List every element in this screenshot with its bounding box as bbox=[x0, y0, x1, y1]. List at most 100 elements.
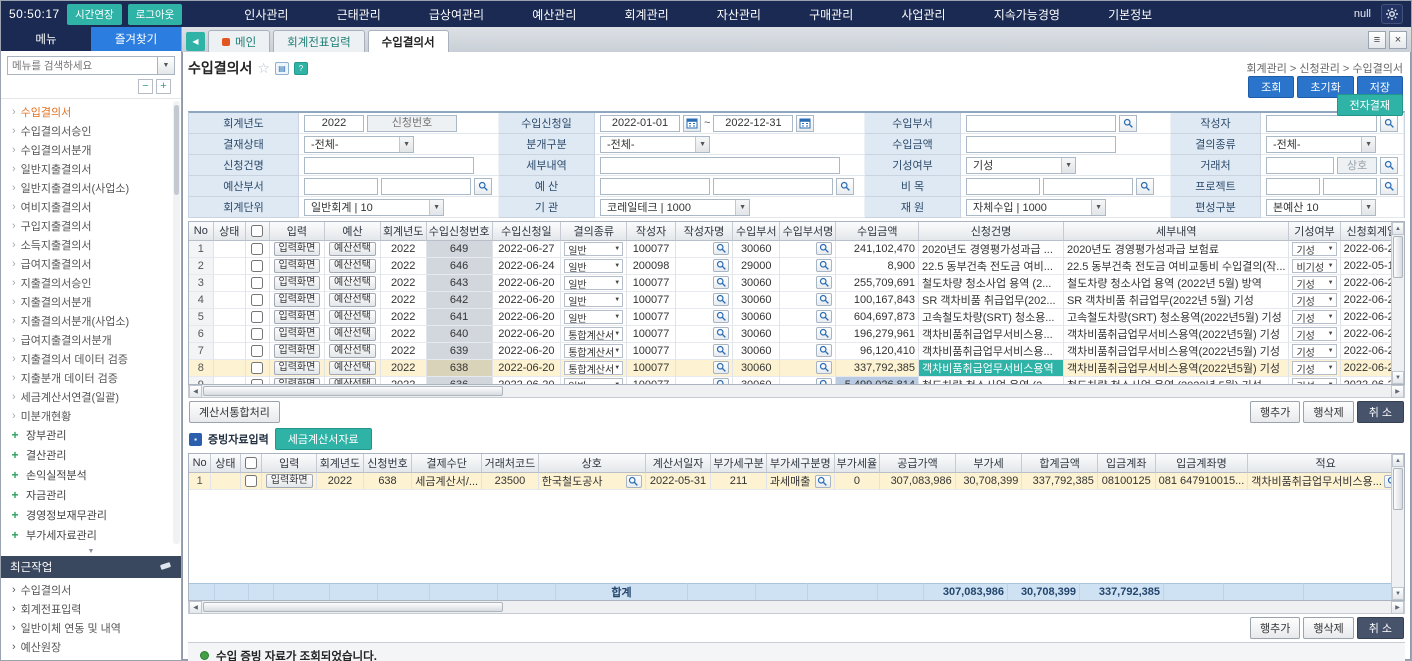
expand-plus-icon[interactable]: + bbox=[10, 488, 20, 502]
sidebar-menu-item[interactable]: ›지출결의서분개 bbox=[1, 292, 181, 311]
search-icon[interactable] bbox=[1119, 115, 1137, 132]
topbar-menu-item[interactable]: 급상여관리 bbox=[423, 6, 490, 23]
column-header[interactable]: 부가세구분명 bbox=[767, 454, 835, 473]
budget-select-button[interactable]: 예산선택 bbox=[329, 259, 376, 273]
scroll-left-icon[interactable]: ◀ bbox=[189, 385, 202, 398]
budget-code-input[interactable] bbox=[600, 178, 710, 195]
scroll-left-icon[interactable]: ◀ bbox=[189, 601, 202, 614]
column-header[interactable]: 상호 bbox=[539, 454, 646, 473]
income-grid-row[interactable]: 9입력화면예산선택20226362022-06-20일반▼10007730060… bbox=[189, 377, 1404, 385]
completion-select[interactable]: 기성▼ bbox=[1292, 242, 1336, 256]
column-header[interactable]: 거래처코드 bbox=[482, 454, 539, 473]
bill-merge-button[interactable]: 계산서통합처리 bbox=[189, 401, 280, 423]
row-checkbox[interactable] bbox=[251, 328, 263, 340]
decision-type-select[interactable]: 일반▼ bbox=[564, 293, 623, 307]
column-header[interactable] bbox=[246, 222, 270, 241]
decision-type-select[interactable]: 일반▼ bbox=[564, 310, 623, 324]
column-header[interactable] bbox=[241, 454, 263, 473]
expand-all-button[interactable]: + bbox=[156, 79, 171, 94]
column-header[interactable]: 합계금액 bbox=[1022, 454, 1097, 473]
cancel-button[interactable]: 취 소 bbox=[1357, 617, 1404, 639]
completion-select[interactable]: 기성▼ bbox=[1292, 276, 1336, 290]
column-header[interactable]: 공급가액 bbox=[880, 454, 955, 473]
detail-input[interactable] bbox=[600, 157, 840, 174]
column-header[interactable]: 신청번호 bbox=[364, 454, 412, 473]
sidebar-scrollbar[interactable] bbox=[173, 101, 180, 544]
input-screen-button[interactable]: 입력화면 bbox=[274, 378, 321, 385]
topbar-menu-item[interactable]: 인사관리 bbox=[238, 6, 294, 23]
budget-select-button[interactable]: 예산선택 bbox=[329, 361, 376, 375]
scroll-down-icon[interactable]: ▼ bbox=[1, 546, 181, 556]
journal-type-select[interactable]: -전체-▼ bbox=[600, 136, 710, 153]
sidebar-tab-menu[interactable]: 메뉴 bbox=[1, 27, 91, 51]
collapse-all-button[interactable]: − bbox=[138, 79, 153, 94]
topbar-menu-item[interactable]: 구매관리 bbox=[803, 6, 859, 23]
request-no-input[interactable] bbox=[367, 115, 457, 132]
project-code-input[interactable] bbox=[1266, 178, 1320, 195]
sidebar-menu-item[interactable]: ›세금계산서연결(일괄) bbox=[1, 387, 181, 406]
scroll-right-icon[interactable]: ▶ bbox=[1391, 385, 1404, 398]
writer-search-icon[interactable] bbox=[713, 344, 729, 357]
dept-search-icon[interactable] bbox=[816, 242, 832, 255]
column-header[interactable]: 적요 bbox=[1248, 454, 1404, 473]
income-grid-row[interactable]: 2입력화면예산선택20226462022-06-24일반▼20009829000… bbox=[189, 258, 1404, 275]
column-header[interactable]: No bbox=[189, 454, 211, 473]
date-from-input[interactable] bbox=[600, 115, 680, 132]
writer-input[interactable] bbox=[1266, 115, 1377, 132]
column-header[interactable]: 입금계좌 bbox=[1098, 454, 1156, 473]
decision-type-select[interactable]: 일반▼ bbox=[564, 259, 623, 273]
income-amount-input[interactable] bbox=[966, 136, 1116, 153]
completion-select[interactable]: 기성▼ bbox=[1292, 327, 1336, 341]
row-checkbox[interactable] bbox=[251, 379, 263, 385]
scroll-up-icon[interactable]: ▲ bbox=[1392, 222, 1404, 235]
grid-horizontal-scrollbar[interactable]: ◀ ▶ bbox=[188, 385, 1405, 398]
account-unit-select[interactable]: 일반회계 | 10▼ bbox=[304, 199, 444, 216]
column-header[interactable]: 결의종류 bbox=[561, 222, 627, 241]
grid-vertical-scrollbar[interactable]: ▲ ▼ bbox=[1391, 454, 1404, 600]
decision-type-filter-select[interactable]: -전체-▼ bbox=[1266, 136, 1376, 153]
input-screen-button[interactable]: 입력화면 bbox=[274, 293, 321, 307]
topbar-menu-item[interactable]: 자산관리 bbox=[711, 6, 767, 23]
tab-list-icon[interactable]: ≡ bbox=[1368, 31, 1386, 49]
column-header[interactable]: 기성여부 bbox=[1289, 222, 1340, 241]
row-checkbox[interactable] bbox=[251, 362, 263, 374]
fiscal-year-input[interactable] bbox=[304, 115, 364, 132]
expand-plus-icon[interactable]: + bbox=[10, 448, 20, 462]
date-to-input[interactable] bbox=[713, 115, 793, 132]
dept-search-icon[interactable] bbox=[816, 310, 832, 323]
sidebar-group-item[interactable]: +부가세자료관리 bbox=[1, 525, 181, 545]
topbar-menu-item[interactable]: 예산관리 bbox=[526, 6, 582, 23]
row-checkbox[interactable] bbox=[251, 294, 263, 306]
writer-search-icon[interactable] bbox=[713, 327, 729, 340]
budget-select-button[interactable]: 예산선택 bbox=[329, 310, 376, 324]
scroll-down-icon[interactable]: ▼ bbox=[1392, 587, 1404, 600]
sidebar-group-item[interactable]: +자금관리 bbox=[1, 485, 181, 505]
row-checkbox[interactable] bbox=[251, 277, 263, 289]
chevron-down-icon[interactable]: ▼ bbox=[158, 56, 175, 75]
approval-status-select[interactable]: -전체-▼ bbox=[304, 136, 414, 153]
settings-gear-icon[interactable] bbox=[1381, 4, 1403, 24]
help-icon[interactable]: ? bbox=[294, 62, 308, 75]
income-dept-input[interactable] bbox=[966, 115, 1116, 132]
request-title-input[interactable] bbox=[304, 157, 474, 174]
writer-search-icon[interactable] bbox=[713, 293, 729, 306]
dept-search-icon[interactable] bbox=[816, 293, 832, 306]
decision-type-select[interactable]: 통합계산서▼ bbox=[564, 361, 623, 375]
row-checkbox[interactable] bbox=[245, 475, 257, 487]
grid-horizontal-scrollbar[interactable]: ◀ ▶ bbox=[188, 601, 1405, 614]
completion-filter-select[interactable]: 기성▼ bbox=[966, 157, 1076, 174]
fund-source-select[interactable]: 자체수입 | 1000▼ bbox=[966, 199, 1106, 216]
sidebar-menu-item[interactable]: ›수입결의서분개 bbox=[1, 140, 181, 159]
column-header[interactable]: 수입신청번호 bbox=[427, 222, 493, 241]
decision-type-select[interactable]: 통합계산서▼ bbox=[564, 344, 623, 358]
writer-search-icon[interactable] bbox=[713, 310, 729, 323]
income-grid-row[interactable]: 6입력화면예산선택20226402022-06-20통합계산서▼10007730… bbox=[189, 326, 1404, 343]
recent-work-item[interactable]: ›수입결의서 bbox=[1, 580, 181, 599]
sidebar-menu-item[interactable]: ›지출결의서분개(사업소) bbox=[1, 311, 181, 330]
vendor-input[interactable] bbox=[1266, 157, 1334, 174]
column-header[interactable]: No bbox=[189, 222, 214, 241]
row-checkbox[interactable] bbox=[251, 260, 263, 272]
decision-type-select[interactable]: 통합계산서▼ bbox=[564, 327, 623, 341]
income-grid-row[interactable]: 4입력화면예산선택20226422022-06-20일반▼10007730060… bbox=[189, 292, 1404, 309]
expense-item-code-input[interactable] bbox=[966, 178, 1040, 195]
